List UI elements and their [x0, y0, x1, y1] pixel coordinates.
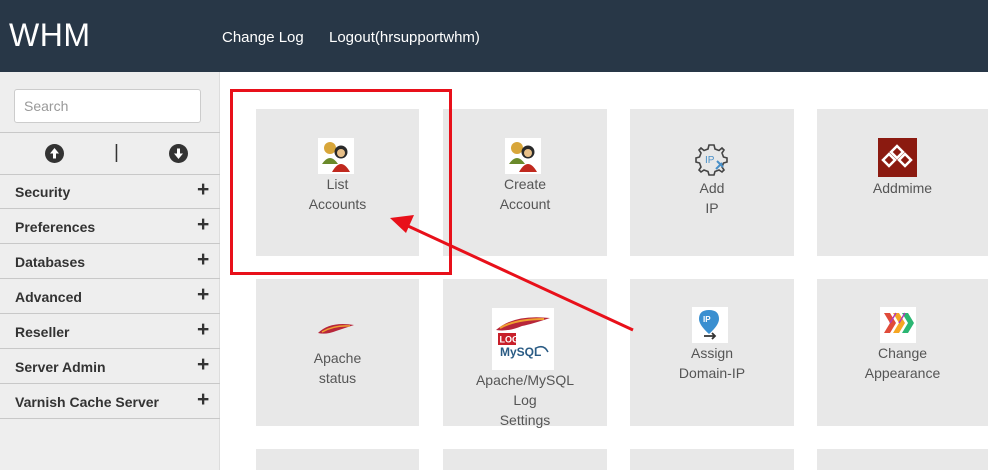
- plus-icon[interactable]: +: [197, 214, 209, 235]
- expand-collapse-controls: |: [0, 133, 220, 174]
- tile-label-line: Add: [699, 180, 725, 196]
- top-navbar: WHM Change Log Logout(hrsupportwhm): [0, 0, 988, 72]
- sidebar-item-label: Databases: [15, 254, 86, 270]
- tile-label-line: Change: [877, 345, 928, 361]
- tile-label-line: Log: [513, 392, 537, 408]
- ip-pin-icon: IP: [692, 307, 728, 343]
- plus-icon[interactable]: +: [197, 179, 209, 200]
- tile-add-ip[interactable]: IP Add IP: [630, 109, 794, 256]
- sidebar-item-label: Security: [15, 184, 71, 200]
- sidebar-item-preferences[interactable]: Preferences +: [0, 209, 220, 244]
- sidebar-item-security[interactable]: Security +: [0, 174, 220, 209]
- change-log-link[interactable]: Change Log: [222, 29, 304, 46]
- tile-label-line: Appearance: [864, 365, 941, 381]
- separator: |: [114, 142, 119, 163]
- circle-arrow-down-icon[interactable]: [169, 144, 188, 163]
- sidebar-item-label: Advanced: [15, 289, 82, 305]
- tile-apache-status[interactable]: Apache status: [256, 279, 419, 426]
- search-box: [14, 89, 201, 123]
- plus-icon[interactable]: +: [197, 354, 209, 375]
- users-icon: [505, 138, 541, 174]
- tile-label-line: Addmime: [872, 180, 933, 196]
- addmime-icon: [878, 138, 917, 177]
- tile-partial[interactable]: [817, 449, 988, 470]
- tile-partial[interactable]: [256, 449, 419, 470]
- sidebar-menu: Security + Preferences + Databases + Adv…: [0, 174, 220, 419]
- log-mysql-icon: LOG MySQL: [492, 308, 554, 370]
- sidebar: | Security + Preferences + Databases + A…: [0, 72, 220, 470]
- sidebar-item-label: Server Admin: [15, 359, 106, 375]
- sidebar-item-server-admin[interactable]: Server Admin +: [0, 349, 220, 384]
- search-input[interactable]: [14, 89, 201, 123]
- tile-label-line: Domain-IP: [678, 365, 746, 381]
- svg-text:IP: IP: [705, 155, 715, 166]
- plus-icon[interactable]: +: [197, 284, 209, 305]
- tile-label-line: Settings: [499, 412, 551, 428]
- sidebar-item-label: Reseller: [15, 324, 70, 340]
- sidebar-item-databases[interactable]: Databases +: [0, 244, 220, 279]
- tile-label-line: status: [318, 370, 357, 386]
- sidebar-item-label: Preferences: [15, 219, 96, 235]
- tile-change-appearance[interactable]: Change Appearance: [817, 279, 988, 426]
- tile-label-line: Apache: [313, 350, 362, 366]
- tile-partial[interactable]: [630, 449, 794, 470]
- tile-list-accounts[interactable]: List Accounts: [256, 109, 419, 256]
- sidebar-item-label: Varnish Cache Server: [15, 394, 159, 410]
- appearance-icon: [880, 307, 916, 343]
- tile-label-line: Apache/MySQL: [475, 372, 575, 388]
- ip-gear-icon: IP: [695, 144, 728, 176]
- tile-label-line: List: [326, 176, 349, 192]
- tile-label-line: Create: [503, 176, 547, 192]
- plus-icon[interactable]: +: [197, 389, 209, 410]
- svg-text:MySQL: MySQL: [500, 345, 541, 359]
- tile-create-account[interactable]: Create Account: [443, 109, 607, 256]
- tile-assign-domain-ip[interactable]: IP Assign Domain-IP: [630, 279, 794, 426]
- tile-addmime[interactable]: Addmime: [817, 109, 988, 256]
- tile-label-line: Account: [499, 196, 551, 212]
- users-icon: [318, 138, 354, 174]
- apache-feather-icon: [318, 324, 354, 334]
- circle-arrow-up-icon[interactable]: [45, 144, 64, 163]
- plus-icon[interactable]: +: [197, 319, 209, 340]
- plus-icon[interactable]: +: [197, 249, 209, 270]
- tile-label-line: Assign: [690, 345, 734, 361]
- sidebar-item-varnish-cache-server[interactable]: Varnish Cache Server +: [0, 384, 220, 419]
- tile-label-line: Accounts: [308, 196, 367, 212]
- tile-label-line: IP: [705, 200, 719, 216]
- svg-text:LOG: LOG: [500, 335, 520, 345]
- svg-text:IP: IP: [703, 315, 711, 324]
- tile-apache-mysql-log-settings[interactable]: LOG MySQL Apache/MySQL Log Settings: [443, 279, 607, 428]
- logout-link[interactable]: Logout(hrsupportwhm): [329, 29, 480, 46]
- sidebar-item-advanced[interactable]: Advanced +: [0, 279, 220, 314]
- tile-partial[interactable]: [443, 449, 607, 470]
- sidebar-item-reseller[interactable]: Reseller +: [0, 314, 220, 349]
- brand-logo[interactable]: WHM: [9, 17, 90, 54]
